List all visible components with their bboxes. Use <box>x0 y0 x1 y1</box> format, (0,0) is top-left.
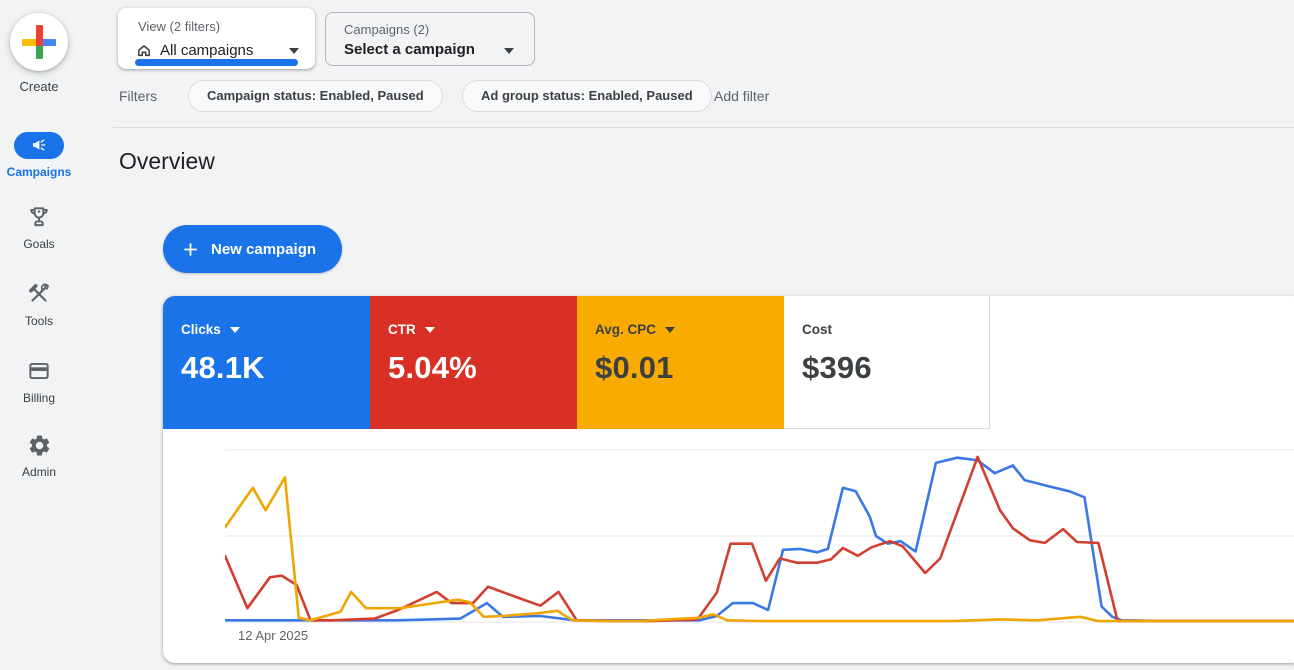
metric-value: 48.1K <box>181 350 370 386</box>
new-campaign-label: New campaign <box>211 241 316 258</box>
sidebar-item-billing[interactable]: Billing <box>0 357 78 405</box>
chevron-down-icon <box>425 327 435 333</box>
create-circle[interactable] <box>10 13 68 71</box>
metric-card-cost[interactable]: Cost $396 <box>784 296 990 429</box>
metric-value: 5.04% <box>388 350 577 386</box>
metric-card-avg-cpc[interactable]: Avg. CPC $0.01 <box>577 296 784 429</box>
header-divider <box>113 127 1294 128</box>
metric-card-ctr[interactable]: CTR 5.04% <box>370 296 577 429</box>
sidebar-item-label: Billing <box>0 391 78 405</box>
filter-chip-ad-group-status[interactable]: Ad group status: Enabled, Paused <box>462 80 712 112</box>
filters-label: Filters <box>119 88 157 104</box>
sidebar: Create Campaigns <box>0 0 78 670</box>
chevron-down-icon <box>504 48 514 54</box>
chevron-down-icon <box>289 48 299 54</box>
trophy-icon <box>26 204 52 230</box>
new-campaign-button[interactable]: New campaign <box>163 225 342 273</box>
chevron-down-icon <box>665 327 675 333</box>
metric-label: CTR <box>388 322 416 337</box>
view-selector-label: View (2 filters) <box>138 19 220 34</box>
sidebar-item-admin[interactable]: Admin <box>0 431 78 479</box>
view-selected-indicator <box>135 59 298 66</box>
metric-label: Clicks <box>181 322 221 337</box>
metric-row: Clicks 48.1K CTR 5.04% Avg. CPC $0.01 Co… <box>163 296 1294 429</box>
campaign-selector-value: Select a campaign <box>344 41 475 58</box>
view-selector[interactable]: View (2 filters) All campaigns <box>118 8 315 69</box>
metric-card-clicks[interactable]: Clicks 48.1K <box>163 296 370 429</box>
overview-card: Clicks 48.1K CTR 5.04% Avg. CPC $0.01 Co… <box>163 296 1294 663</box>
credit-card-icon <box>26 358 52 384</box>
sidebar-item-label: Goals <box>0 237 78 251</box>
sidebar-item-label: Campaigns <box>0 165 78 179</box>
chart-x-axis-start-label: 12 Apr 2025 <box>238 628 308 643</box>
home-icon <box>135 41 153 59</box>
create-button[interactable]: Create <box>0 13 78 94</box>
metric-value: $0.01 <box>595 350 784 386</box>
google-plus-icon <box>22 25 56 59</box>
view-selector-value: All campaigns <box>160 42 253 59</box>
add-filter-button[interactable]: Add filter <box>714 88 769 104</box>
sidebar-item-tools[interactable]: Tools <box>0 280 78 328</box>
gear-icon <box>27 433 52 458</box>
sidebar-item-label: Tools <box>0 314 78 328</box>
page-title: Overview <box>119 148 215 175</box>
google-ads-overview-page: Create Campaigns <box>0 0 1294 670</box>
plus-icon <box>181 240 200 259</box>
campaign-selector-label: Campaigns (2) <box>344 22 429 37</box>
chevron-down-icon <box>230 327 240 333</box>
megaphone-icon <box>30 136 48 154</box>
filter-chip-campaign-status[interactable]: Campaign status: Enabled, Paused <box>188 80 443 112</box>
tools-icon <box>26 281 52 307</box>
sidebar-item-label: Admin <box>0 465 78 479</box>
metric-label: Cost <box>802 322 832 337</box>
performance-line-chart[interactable] <box>225 442 1294 632</box>
campaigns-active-pill <box>14 132 64 159</box>
campaign-selector[interactable]: Campaigns (2) Select a campaign <box>325 12 535 66</box>
metric-label: Avg. CPC <box>595 322 656 337</box>
create-label: Create <box>0 79 78 94</box>
sidebar-item-campaigns[interactable]: Campaigns <box>0 131 78 179</box>
metric-value: $396 <box>802 350 989 386</box>
sidebar-item-goals[interactable]: Goals <box>0 203 78 251</box>
